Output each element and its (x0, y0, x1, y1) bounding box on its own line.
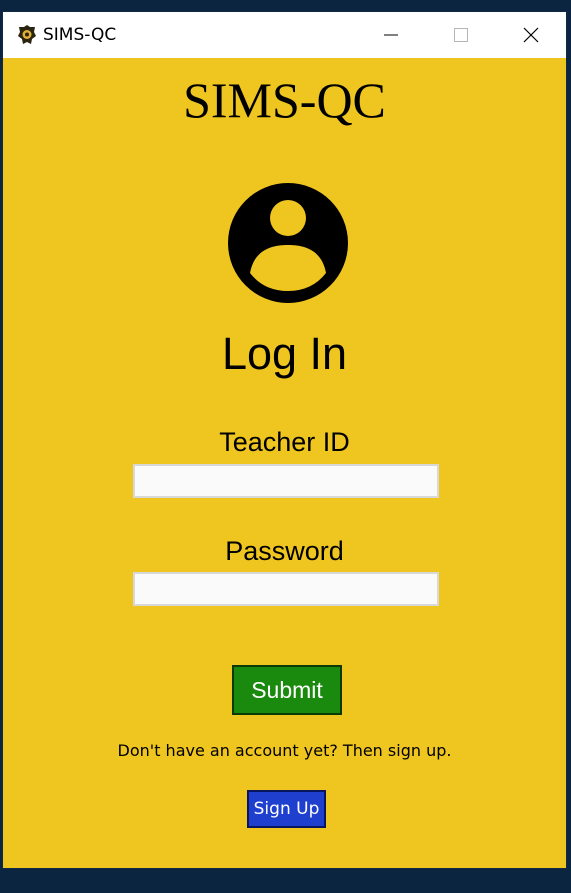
close-button[interactable] (496, 12, 566, 58)
title-bar[interactable]: SIMS-QC (3, 12, 566, 58)
submit-button[interactable]: Submit (232, 665, 342, 715)
sign-up-button[interactable]: Sign Up (247, 790, 326, 828)
signup-prompt: Don't have an account yet? Then sign up. (117, 741, 452, 760)
password-input[interactable] (133, 572, 439, 606)
minimize-button[interactable] (356, 12, 426, 58)
login-window: SIMS-QC SIMS-QC Log In Teacher ID Passwo… (3, 12, 566, 868)
minimize-icon (384, 34, 398, 36)
password-label: Password (225, 536, 344, 566)
login-heading: Log In (221, 328, 348, 379)
window-title: SIMS-QC (43, 25, 117, 45)
close-icon (523, 27, 539, 43)
app-title: SIMS-QC (183, 72, 386, 128)
maximize-button[interactable] (426, 12, 496, 58)
maximize-icon (454, 28, 468, 42)
user-account-icon (226, 181, 350, 305)
teacher-id-input[interactable] (133, 464, 439, 498)
teacher-id-label: Teacher ID (219, 427, 350, 457)
police-badge-icon (15, 23, 39, 47)
